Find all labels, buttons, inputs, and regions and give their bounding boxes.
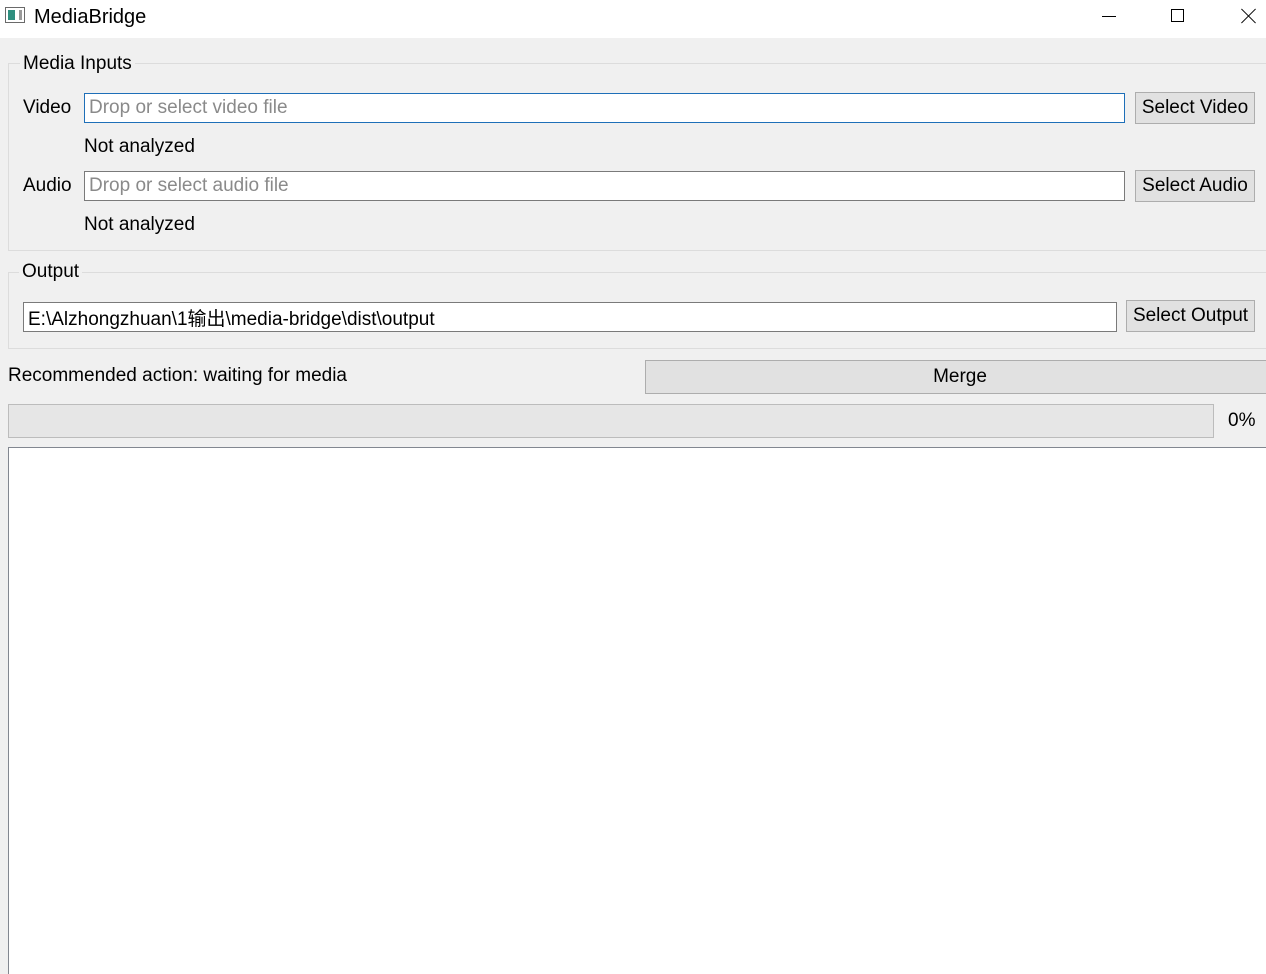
media-inputs-group	[8, 63, 1266, 251]
maximize-button[interactable]	[1148, 0, 1208, 34]
video-status: Not analyzed	[84, 136, 195, 157]
output-title: Output	[19, 260, 83, 284]
minimize-button[interactable]	[1080, 0, 1140, 34]
audio-file-input[interactable]	[84, 171, 1125, 201]
media-inputs-title: Media Inputs	[20, 52, 135, 76]
window-title: MediaBridge	[34, 6, 147, 28]
app-icon	[5, 7, 25, 23]
select-output-button[interactable]: Select Output	[1126, 300, 1255, 332]
title-bar[interactable]: MediaBridge	[0, 0, 1266, 38]
main-window: MediaBridge Media Inputs Video Select Vi…	[0, 0, 1266, 974]
video-file-input[interactable]	[84, 93, 1125, 123]
maximize-icon	[1171, 9, 1184, 22]
select-audio-button[interactable]: Select Audio	[1135, 170, 1255, 202]
recommended-action-text: Recommended action: waiting for media	[8, 365, 348, 386]
audio-label: Audio	[23, 175, 72, 196]
progress-percent: 0%	[1228, 410, 1256, 431]
output-path-input[interactable]	[23, 302, 1117, 332]
video-label: Video	[23, 97, 72, 118]
merge-button[interactable]: Merge	[645, 360, 1266, 394]
audio-status: Not analyzed	[84, 214, 195, 235]
close-button[interactable]	[1218, 0, 1266, 34]
log-output[interactable]	[8, 447, 1266, 974]
close-icon	[1241, 8, 1257, 24]
minimize-icon	[1102, 16, 1116, 17]
select-video-button[interactable]: Select Video	[1135, 92, 1255, 124]
progress-bar	[8, 404, 1214, 438]
